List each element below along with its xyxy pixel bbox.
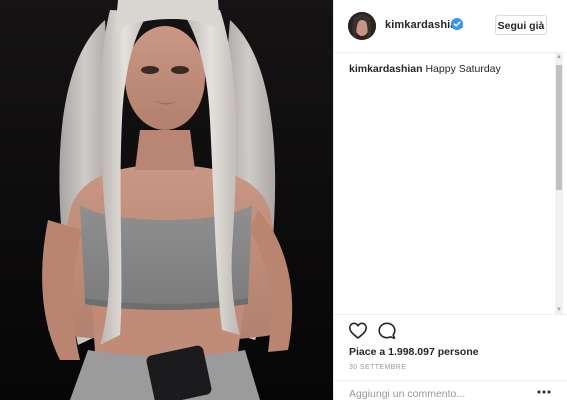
heart-outline-icon[interactable]	[348, 321, 368, 341]
comment-divider	[334, 380, 567, 381]
add-comment-input[interactable]	[349, 386, 529, 400]
photo-illustration	[0, 0, 333, 400]
scrollbar-thumb[interactable]	[556, 65, 562, 190]
speech-bubble-icon[interactable]	[377, 321, 397, 341]
likes-count[interactable]: Piace a 1.998.097 persone	[349, 346, 479, 358]
comments-area: kimkardashian Happy Saturday ▲ ▼	[334, 53, 567, 315]
caption-username[interactable]: kimkardashian	[349, 63, 423, 75]
following-button[interactable]: Segui già	[495, 15, 547, 35]
avatar[interactable]	[348, 12, 376, 40]
caption-text: Happy Saturday	[425, 63, 501, 75]
actions-divider	[334, 314, 567, 315]
comments-scrollbar[interactable]: ▲ ▼	[555, 53, 563, 315]
post-caption: kimkardashian Happy Saturday	[349, 63, 501, 75]
post-side-panel: kimkardashian Segui già kimkardashian Ha…	[334, 0, 567, 400]
more-horizontal-icon[interactable]	[537, 389, 551, 395]
post-photo[interactable]	[0, 0, 333, 400]
instagram-post-view: kimkardashian Segui già kimkardashian Ha…	[0, 0, 567, 400]
post-header: kimkardashian Segui già	[334, 0, 567, 53]
scroll-up-arrow-icon[interactable]: ▲	[555, 53, 563, 62]
avatar-image	[348, 12, 376, 40]
post-date[interactable]: 30 SETTEMBRE	[349, 364, 406, 371]
verified-badge-icon	[451, 18, 463, 30]
